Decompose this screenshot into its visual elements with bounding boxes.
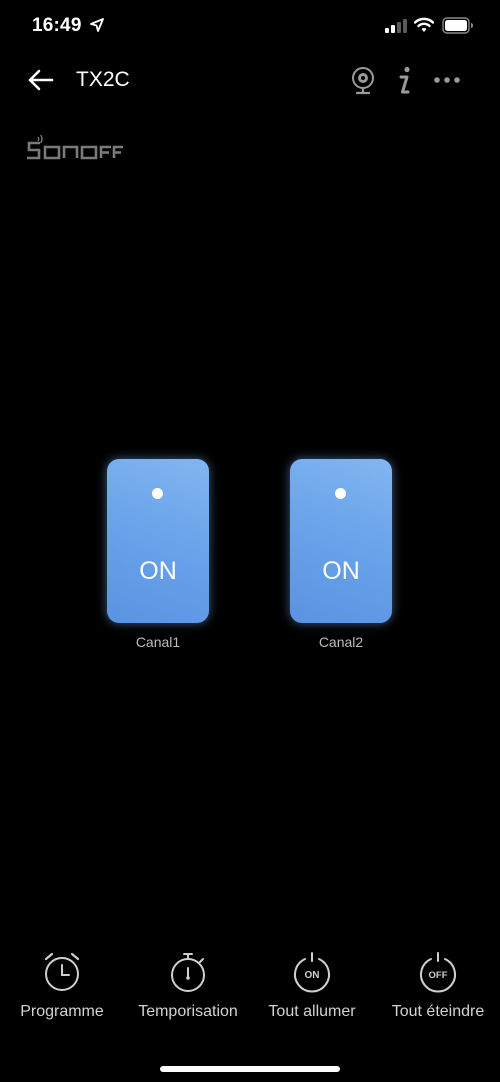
info-button[interactable] bbox=[394, 65, 414, 95]
schedule-button[interactable]: Programme bbox=[0, 950, 124, 1021]
all-off-label: Tout éteindre bbox=[391, 1003, 485, 1020]
battery-icon bbox=[442, 17, 473, 34]
all-on-button[interactable]: ON Tout allumer bbox=[250, 950, 374, 1021]
channel-1-state: ON bbox=[139, 557, 177, 585]
wifi-icon bbox=[414, 17, 434, 32]
status-time: 16:49 bbox=[32, 15, 82, 36]
cellular-signal-icon bbox=[385, 19, 407, 33]
home-indicator[interactable] bbox=[160, 1066, 340, 1072]
all-off-button[interactable]: OFF Tout éteindre bbox=[376, 950, 500, 1021]
camera-icon bbox=[352, 67, 374, 95]
power-on-icon: ON bbox=[294, 952, 330, 993]
power-on-icon-text: ON bbox=[305, 970, 320, 981]
back-arrow-icon bbox=[28, 69, 54, 91]
switch-indicator-dot bbox=[335, 488, 346, 499]
back-button[interactable] bbox=[26, 66, 58, 94]
channel-2: ON Canal2 bbox=[290, 459, 392, 650]
timer-button[interactable]: Temporisation bbox=[126, 950, 250, 1021]
info-icon bbox=[399, 66, 410, 94]
channel-1: ON Canal1 bbox=[107, 459, 209, 650]
location-arrow-icon bbox=[90, 18, 104, 32]
channel-1-label: Canal1 bbox=[135, 634, 181, 650]
timer-label: Temporisation bbox=[138, 1003, 238, 1020]
sonoff-logo bbox=[27, 134, 123, 160]
schedule-label: Programme bbox=[20, 1003, 104, 1020]
more-dots-icon bbox=[434, 77, 460, 83]
channel-1-switch[interactable]: ON bbox=[107, 459, 209, 623]
stopwatch-icon bbox=[171, 953, 205, 992]
more-button[interactable] bbox=[432, 70, 462, 90]
channel-2-state: ON bbox=[322, 557, 360, 585]
app-header: TX2C bbox=[0, 56, 500, 104]
page-title: TX2C bbox=[76, 68, 130, 91]
camera-button[interactable] bbox=[349, 66, 377, 96]
channel-2-switch[interactable]: ON bbox=[290, 459, 392, 623]
power-off-icon-text: OFF bbox=[429, 970, 448, 981]
channel-2-label: Canal2 bbox=[318, 634, 364, 650]
all-on-label: Tout allumer bbox=[268, 1003, 356, 1020]
power-off-icon: OFF bbox=[420, 952, 456, 993]
alarm-clock-icon bbox=[44, 952, 80, 991]
switch-indicator-dot bbox=[152, 488, 163, 499]
status-bar: 16:49 bbox=[0, 0, 500, 54]
bottom-toolbar: Programme Temporisation ON Tout allumer … bbox=[0, 950, 500, 1030]
